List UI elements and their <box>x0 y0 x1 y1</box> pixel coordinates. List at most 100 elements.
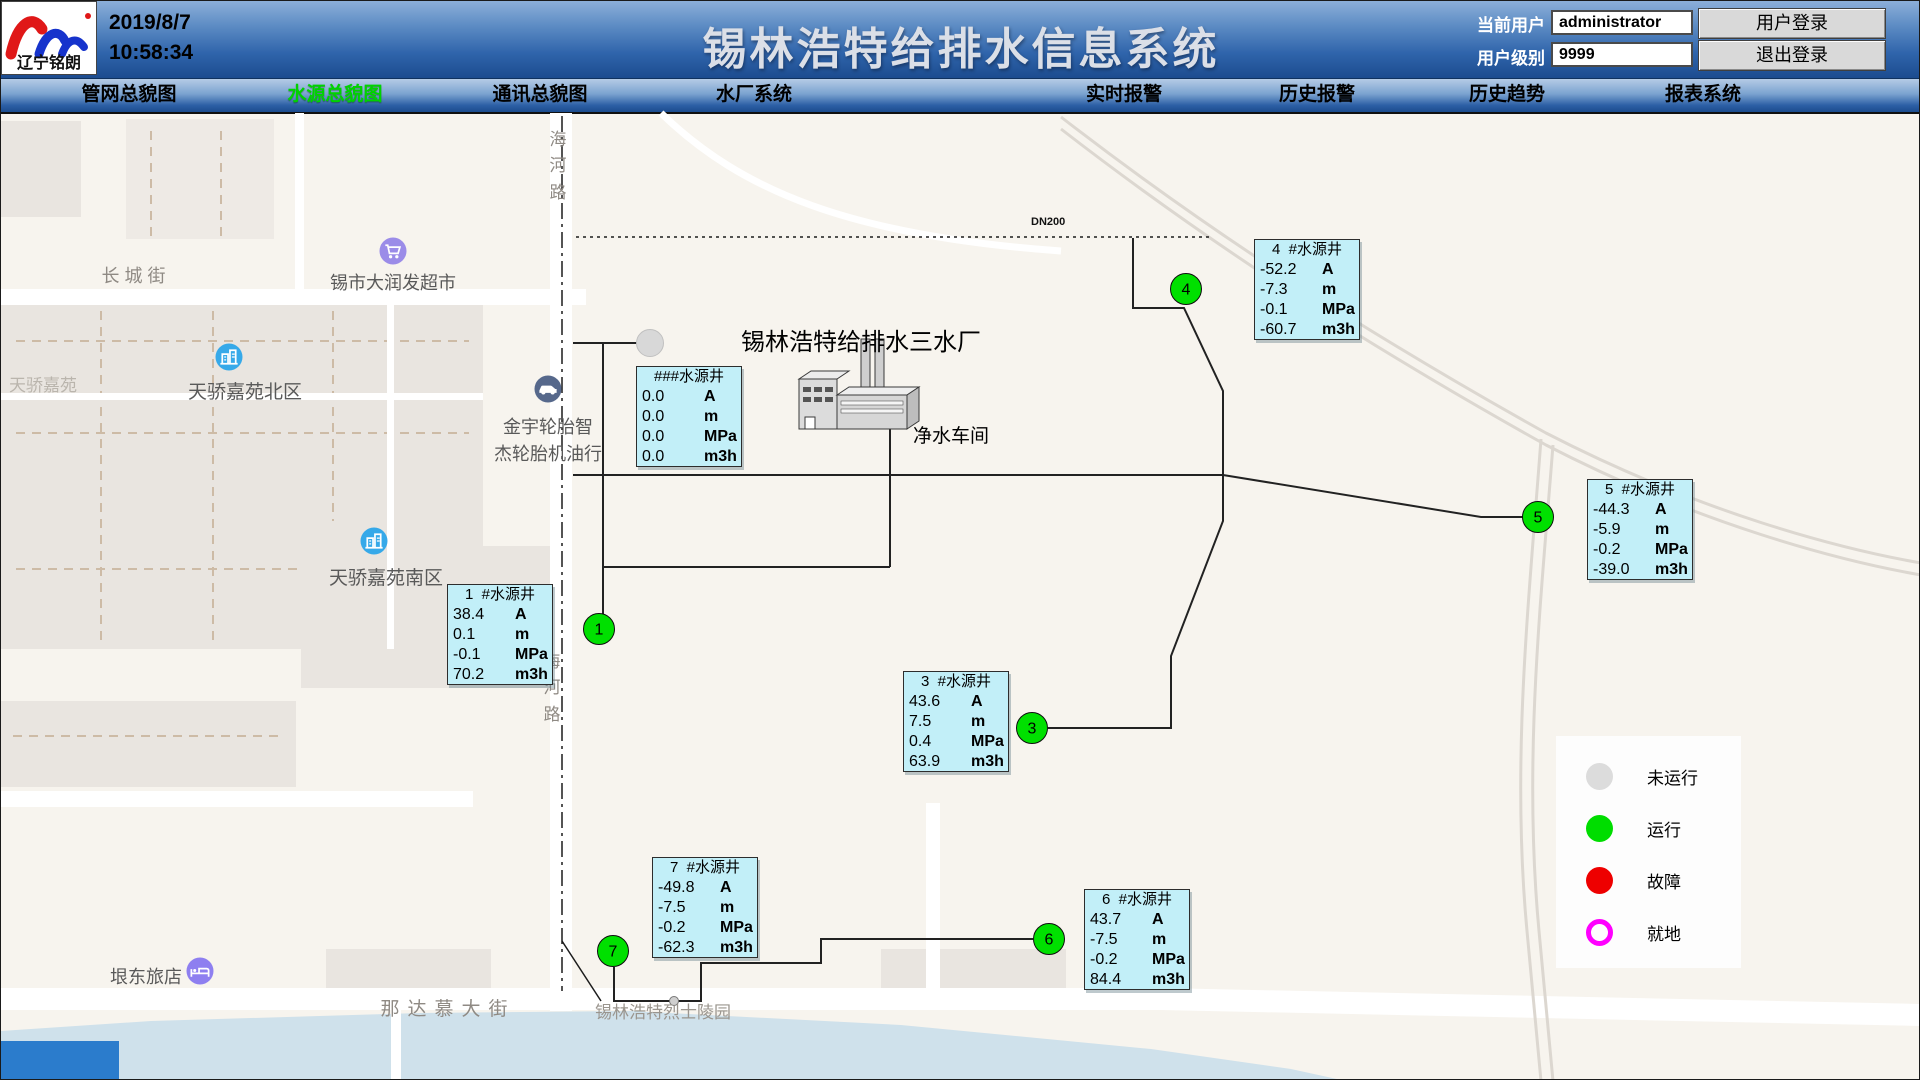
well-measurement-row: 7.5m <box>904 712 1008 732</box>
map-label: 锡市大润发超市 <box>330 269 456 295</box>
measurement-value: 0.1 <box>453 626 505 644</box>
map-label: 杰轮胎机油行 <box>494 440 602 466</box>
building-poi-icon <box>361 528 388 555</box>
well-data-box-1[interactable]: 1 #水源井38.4A0.1m-0.1MPa70.2m3h <box>447 584 553 685</box>
legend-label: 运行 <box>1647 816 1681 841</box>
scada-screen: 辽宁铭朗 2019/8/7 10:58:34 锡林浩特给排水信息系统 当前用户 … <box>0 0 1920 1080</box>
map-blocks <box>1 119 1066 1007</box>
car-poi-icon <box>535 376 562 403</box>
well-measurement-row: 43.6A <box>904 692 1008 712</box>
measurement-value: 38.4 <box>453 606 505 624</box>
well-title: 6 #水源井 <box>1085 890 1189 910</box>
measurement-unit: m3h <box>1322 321 1355 339</box>
measurement-unit: m3h <box>720 939 753 957</box>
legend-status-icon <box>1586 815 1613 842</box>
well-title: 3 #水源井 <box>904 672 1008 692</box>
measurement-value: -0.1 <box>453 646 505 664</box>
measurement-unit: m3h <box>515 666 548 684</box>
well-marker-6[interactable]: 6 <box>1034 924 1065 955</box>
legend-label: 故障 <box>1647 868 1681 893</box>
well-data-box-3[interactable]: 3 #水源井43.6A7.5m0.4MPa63.9m3h <box>903 671 1009 772</box>
well-measurement-row: 43.7A <box>1085 910 1189 930</box>
well-measurement-row: -0.1MPa <box>1255 300 1359 320</box>
legend-status-icon <box>1586 763 1613 790</box>
well-measurement-row: 0.0MPa <box>637 427 741 447</box>
measurement-unit: MPa <box>1655 541 1688 559</box>
well-data-box-6[interactable]: 6 #水源井43.7A-7.5m-0.2MPa84.4m3h <box>1084 889 1190 990</box>
well-measurement-row: 70.2 m3h <box>448 665 552 685</box>
measurement-value: -39.0 <box>1593 561 1645 579</box>
well-title: 1 #水源井 <box>448 585 552 605</box>
measurement-unit: m <box>1655 521 1669 539</box>
measurement-value: 43.6 <box>909 693 961 711</box>
svg-text:1: 1 <box>595 622 604 639</box>
plant-marker[interactable] <box>637 330 664 357</box>
map-label: 天骄嘉苑南区 <box>329 563 443 590</box>
well-marker-5[interactable]: 5 <box>1523 502 1554 533</box>
measurement-unit: A <box>1655 501 1667 519</box>
well-data-box-unassigned[interactable]: ###水源井0.0A0.0m0.0MPa0.0m3h <box>636 366 742 467</box>
legend-status-icon <box>1586 867 1613 894</box>
well-measurement-row: -0.2MPa <box>1085 950 1189 970</box>
measurement-unit: MPa <box>515 646 548 664</box>
measurement-unit: m3h <box>704 448 737 466</box>
svg-text:7: 7 <box>609 944 618 961</box>
building-poi-icon <box>216 344 243 371</box>
measurement-unit: A <box>704 388 716 406</box>
well-marker-7[interactable]: 7 <box>598 936 629 967</box>
measurement-unit: m3h <box>1655 561 1688 579</box>
well-measurement-row: -60.7 m3h <box>1255 320 1359 340</box>
well-measurement-row: -7.5m <box>1085 930 1189 950</box>
measurement-unit: A <box>720 879 732 897</box>
measurement-unit: A <box>1322 261 1334 279</box>
well-data-box-7[interactable]: 7 #水源井-49.8A-7.5m-0.2MPa-62.3m3h <box>652 857 758 958</box>
pipe-diameter-label: DN200 <box>1031 216 1065 228</box>
status-legend: 未运行运行故障就地 <box>1556 736 1741 968</box>
measurement-value: 70.2 <box>453 666 505 684</box>
well-marker-3[interactable]: 3 <box>1017 713 1048 744</box>
measurement-value: -7.5 <box>1090 931 1142 949</box>
measurement-value: -7.5 <box>658 899 710 917</box>
measurement-value: -0.2 <box>1090 951 1142 969</box>
measurement-value: 0.0 <box>642 448 694 466</box>
well-measurement-row: -0.2MPa <box>653 918 757 938</box>
well-marker-4[interactable]: 4 <box>1171 274 1202 305</box>
measurement-value: 0.0 <box>642 428 694 446</box>
measurement-unit: m3h <box>971 753 1004 771</box>
workshop-label: 净水车间 <box>913 421 989 448</box>
measurement-value: -0.2 <box>658 919 710 937</box>
well-measurement-row: 0.0m <box>637 407 741 427</box>
measurement-value: -62.3 <box>658 939 710 957</box>
measurement-unit: MPa <box>971 733 1004 751</box>
svg-text:3: 3 <box>1028 721 1037 738</box>
well-measurement-row: 0.0A <box>637 387 741 407</box>
well-measurement-row: -5.9 m <box>1588 520 1692 540</box>
measurement-value: -49.8 <box>658 879 710 897</box>
well-measurement-row: 0.1m <box>448 625 552 645</box>
well-measurement-row: 84.4m3h <box>1085 970 1189 990</box>
legend-status-icon <box>1586 919 1613 946</box>
measurement-value: -7.3 <box>1260 281 1312 299</box>
well-measurement-row: -0.1 MPa <box>448 645 552 665</box>
measurement-unit: m <box>1322 281 1336 299</box>
well-marker-1[interactable]: 1 <box>584 614 615 645</box>
map-label: 长城街 <box>102 262 171 288</box>
bed-poi-icon <box>187 958 214 985</box>
legend-row: 故障 <box>1556 854 1741 906</box>
map-label: 天骄嘉苑北区 <box>188 377 302 404</box>
legend-label: 未运行 <box>1647 764 1698 789</box>
map-area: 134567 长城街锡市大润发超市天骄嘉苑天骄嘉苑北区金宇轮胎智杰轮胎机油行天骄… <box>1 1 1920 1080</box>
well-measurement-row: -7.5m <box>653 898 757 918</box>
measurement-value: 7.5 <box>909 713 961 731</box>
well-title: 5 #水源井 <box>1588 480 1692 500</box>
well-data-box-5[interactable]: 5 #水源井-44.3A-5.9m-0.2MPa-39.0m3h <box>1587 479 1693 580</box>
measurement-value: -5.9 <box>1593 521 1645 539</box>
map-label: 金宇轮胎智 <box>503 413 593 439</box>
cart-poi-icon <box>380 238 407 265</box>
well-title: ###水源井 <box>637 367 741 387</box>
well-data-box-4[interactable]: 4 #水源井-52.2A-7.3m-0.1MPa-60.7m3h <box>1254 239 1360 340</box>
legend-row: 未运行 <box>1556 750 1741 802</box>
well-title: 4 #水源井 <box>1255 240 1359 260</box>
measurement-value: 84.4 <box>1090 971 1142 989</box>
measurement-value: -60.7 <box>1260 321 1312 339</box>
